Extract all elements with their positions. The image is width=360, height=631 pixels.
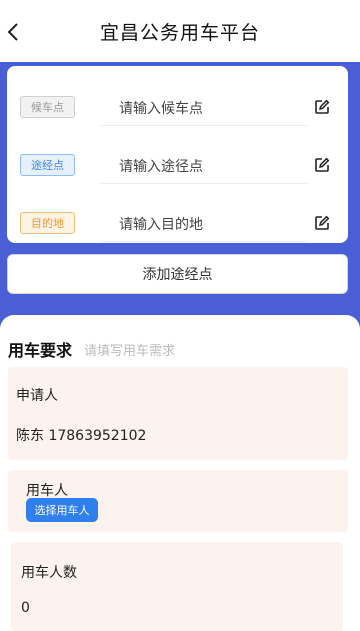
- waypoint-tag: 途经点: [20, 154, 75, 176]
- waypoint-input[interactable]: 请输入途径点: [101, 148, 307, 184]
- passenger-count-field[interactable]: 用车人数 0: [11, 542, 343, 631]
- destination-input[interactable]: 请输入目的地: [101, 206, 307, 242]
- destination-tag: 目的地: [20, 212, 75, 234]
- applicant-field[interactable]: 申请人 陈东 17863952102: [8, 367, 348, 460]
- applicant-label: 申请人: [16, 388, 58, 404]
- applicant-value: 陈东 17863952102: [16, 428, 147, 444]
- route-row-waypoint: 途经点 请输入途径点: [7, 134, 348, 186]
- add-waypoint-button[interactable]: 添加途经点: [7, 254, 348, 294]
- route-row-destination: 目的地 请输入目的地: [7, 192, 348, 244]
- pickup-input[interactable]: 请输入候车点: [101, 90, 307, 126]
- edit-icon[interactable]: [314, 157, 330, 173]
- edit-icon[interactable]: [314, 215, 330, 231]
- page-title: 宜昌公务用车平台: [99, 21, 260, 44]
- edit-icon[interactable]: [314, 99, 330, 115]
- passenger-count-value: 0: [21, 600, 30, 616]
- pickup-tag: 候车点: [20, 96, 75, 118]
- route-card: 候车点 请输入候车点 途经点 请输入途径点 目的地 请输入目的地: [7, 66, 348, 243]
- requirements-hint: 请填写用车需求: [84, 344, 176, 359]
- passenger-count-label: 用车人数: [21, 565, 77, 581]
- app-header: 宜昌公务用车平台: [0, 0, 360, 62]
- choose-user-button[interactable]: 选择用车人: [26, 498, 98, 522]
- user-label: 用车人: [26, 483, 68, 499]
- route-row-pickup: 候车点 请输入候车点: [7, 76, 348, 128]
- requirements-title: 用车要求: [8, 341, 73, 360]
